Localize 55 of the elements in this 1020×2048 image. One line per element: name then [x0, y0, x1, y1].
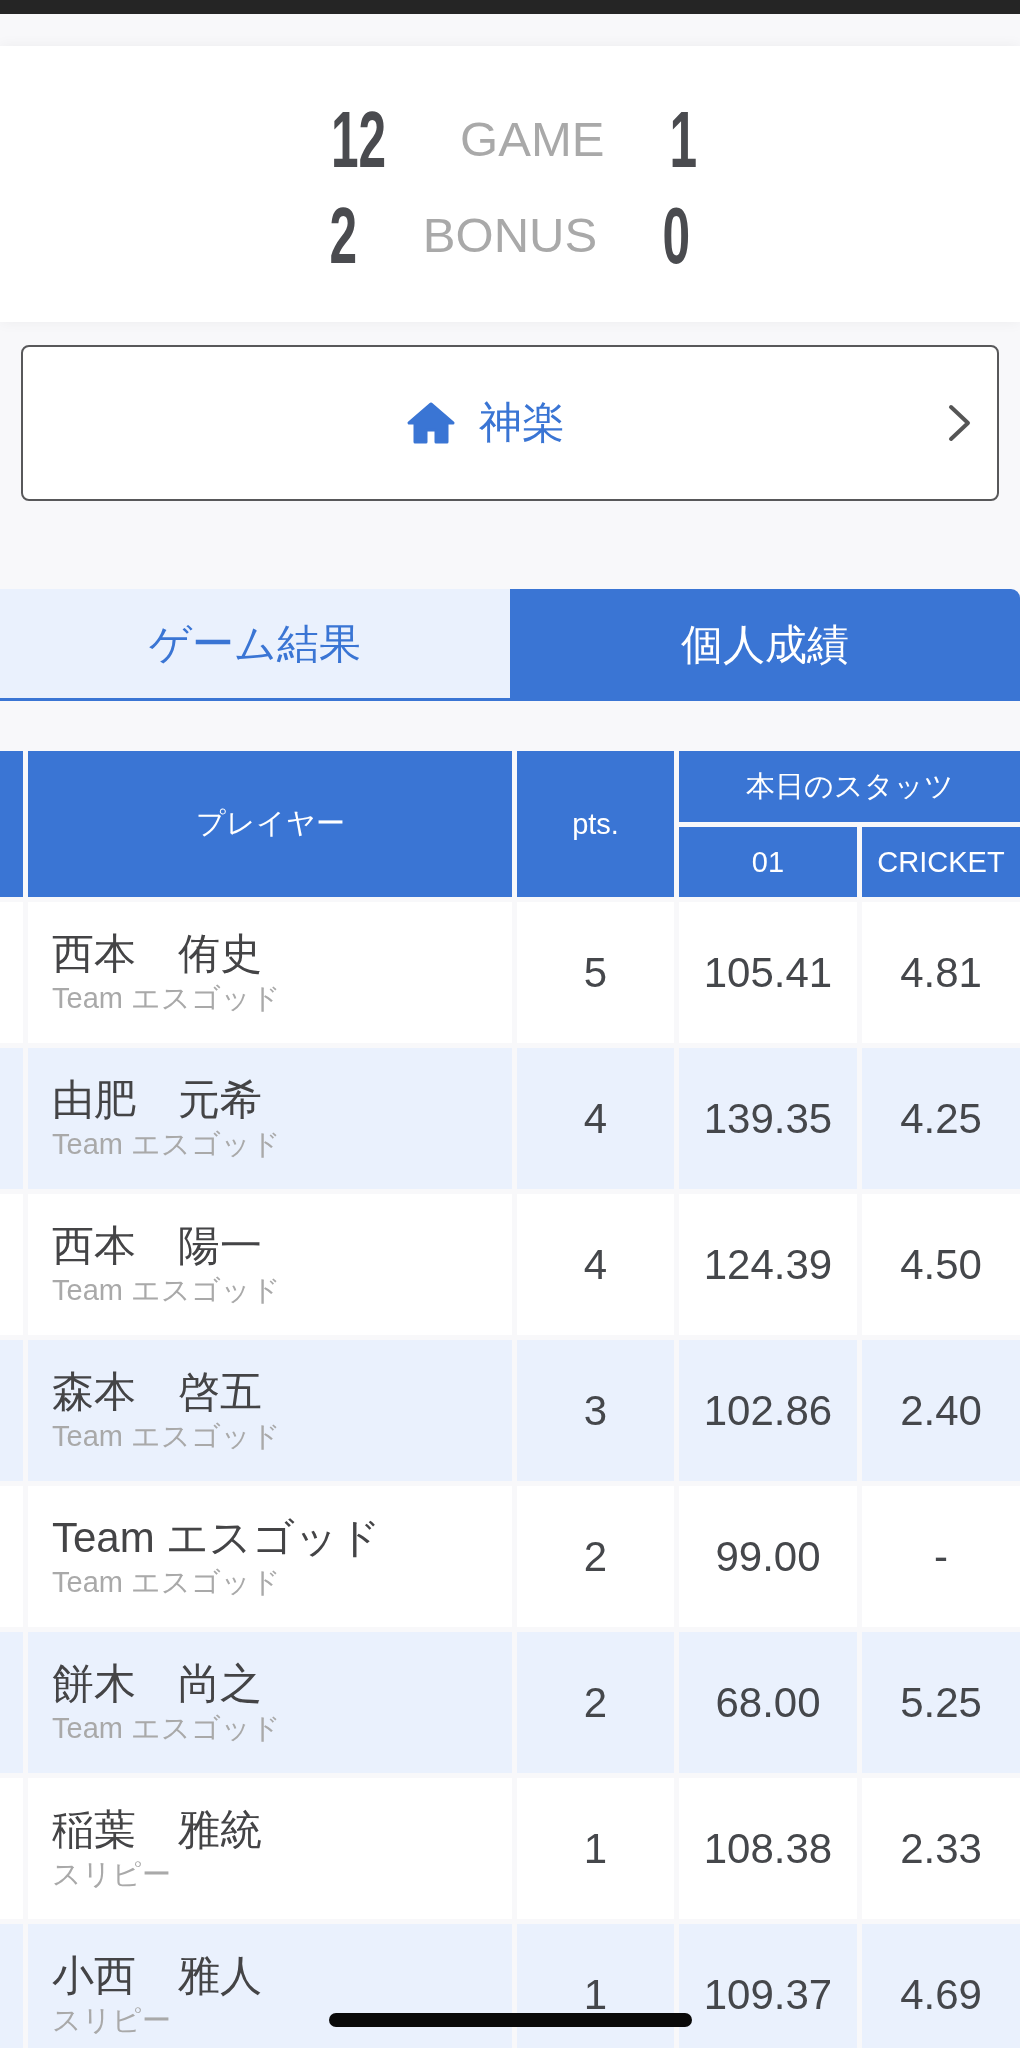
- score-number: 2: [329, 196, 358, 276]
- player-name: 森本 啓五: [52, 1366, 262, 1417]
- column-header: CRICKET: [862, 827, 1020, 897]
- player-name: 稲葉 雅統: [52, 1804, 262, 1855]
- table-cell: 5.25: [862, 1632, 1020, 1773]
- score-number: 12: [331, 100, 387, 180]
- team-name: Team エスゴッド: [52, 1272, 281, 1308]
- column-header: pts.: [517, 751, 674, 897]
- table-cell: -: [862, 1486, 1020, 1627]
- column-header: 01: [679, 827, 857, 897]
- table-cell: 105.41: [679, 902, 857, 1043]
- table-cell: 68.00: [679, 1632, 857, 1773]
- score-number: 0: [662, 196, 691, 276]
- table-cell: 109.37: [679, 1924, 857, 2048]
- table-cell: 3: [517, 1340, 674, 1481]
- table-cell: 2.33: [862, 1778, 1020, 1919]
- table-cell: 99.00: [679, 1486, 857, 1627]
- column-header: プレイヤー: [28, 751, 512, 897]
- player-name: 西本 侑史: [52, 928, 262, 979]
- table-cell: 108.38: [679, 1778, 857, 1919]
- player-name: Team エスゴッド: [52, 1512, 382, 1563]
- table-cell: 5: [517, 902, 674, 1043]
- team-name: Team エスゴッド: [52, 1418, 281, 1454]
- table-cell: 2: [517, 1632, 674, 1773]
- tab[interactable]: 個人成績: [510, 589, 1020, 701]
- home-icon: [405, 401, 456, 445]
- player-name: 餅木 尚之: [52, 1658, 262, 1709]
- team-name: Team エスゴッド: [52, 1710, 281, 1746]
- table-cell: 4: [517, 1048, 674, 1189]
- table-cell: 1: [517, 1778, 674, 1919]
- player-name: 由肥 元希: [52, 1074, 262, 1125]
- column-group-header: 本日のスタッツ: [679, 751, 1020, 822]
- tab[interactable]: ゲーム結果: [0, 589, 510, 701]
- score-number: 1: [669, 100, 698, 180]
- player-name: 西本 陽一: [52, 1220, 262, 1271]
- team-name: Team エスゴッド: [52, 1126, 281, 1162]
- team-name: Team エスゴッド: [52, 980, 281, 1016]
- table-cell: 124.39: [679, 1194, 857, 1335]
- table-cell: 139.35: [679, 1048, 857, 1189]
- table-cell: 4.81: [862, 902, 1020, 1043]
- venue-button[interactable]: 神楽: [21, 345, 999, 501]
- table-cell: 2: [517, 1486, 674, 1627]
- score-label: GAME: [460, 113, 605, 167]
- team-name: スリピー: [52, 2002, 171, 2038]
- table-cell: 4.69: [862, 1924, 1020, 2048]
- table-cell: 2.40: [862, 1340, 1020, 1481]
- table-cell: 102.86: [679, 1340, 857, 1481]
- chevron-right-icon: [948, 404, 972, 442]
- table-cell: 4: [517, 1194, 674, 1335]
- player-name: 小西 雅人: [52, 1950, 262, 2001]
- table-cell: 4.25: [862, 1048, 1020, 1189]
- table-cell: 4.50: [862, 1194, 1020, 1335]
- team-name: Team エスゴッド: [52, 1564, 281, 1600]
- team-name: スリピー: [52, 1856, 171, 1892]
- score-label: BONUS: [422, 209, 598, 263]
